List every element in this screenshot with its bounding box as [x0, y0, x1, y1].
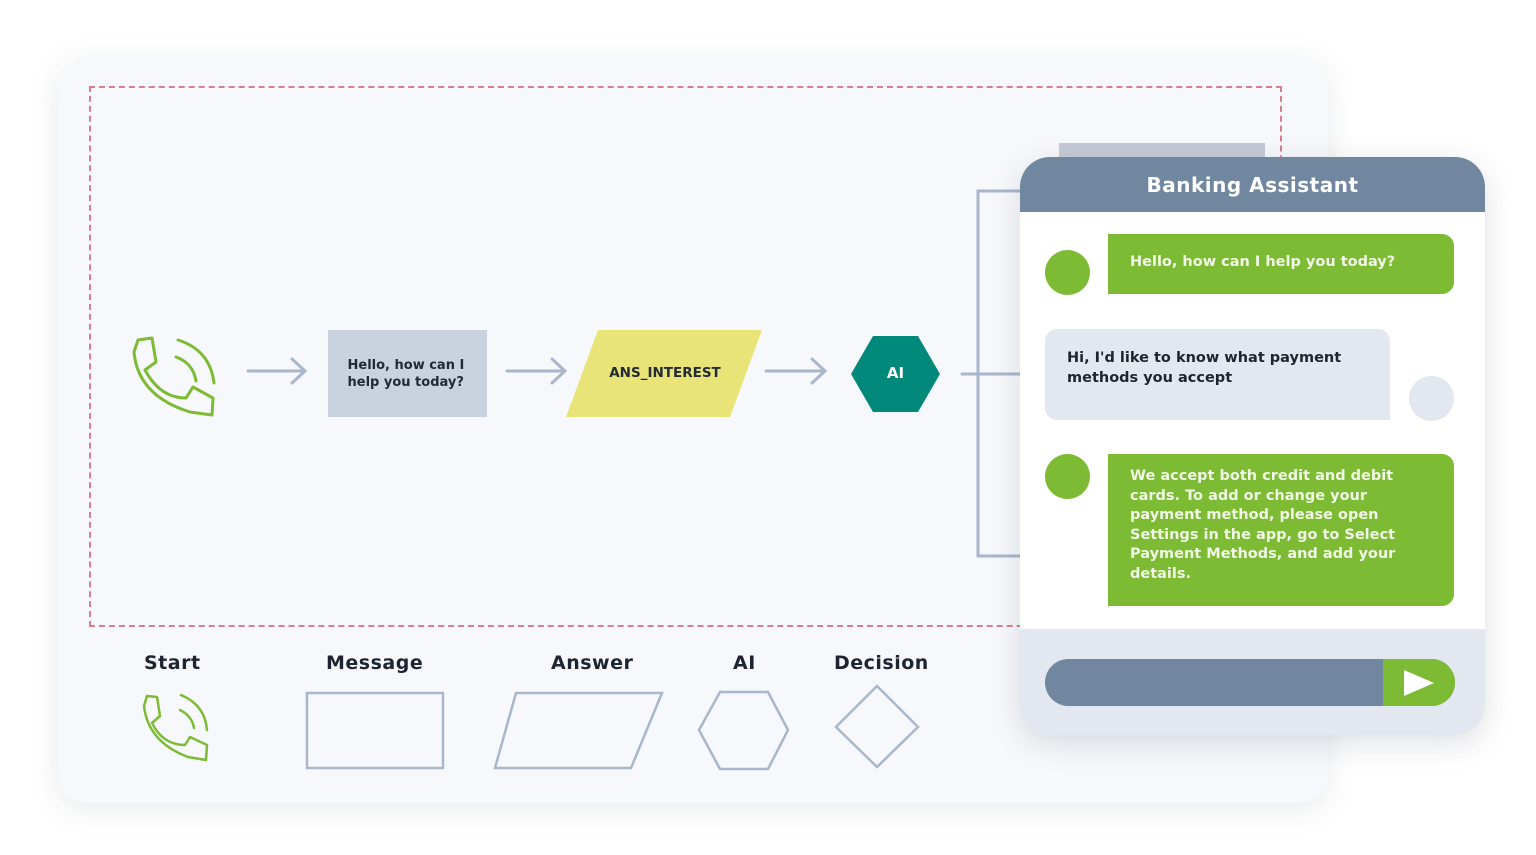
- message-node-label: Hello, how can I help you today?: [347, 357, 465, 390]
- legend-label-decision: Decision: [834, 652, 929, 674]
- arrow-start-to-message: [246, 357, 308, 385]
- legend-phone-icon: [142, 693, 209, 762]
- chat-window: Banking Assistant Hello, how can I help …: [1020, 157, 1485, 735]
- legend-rectangle-shape: [305, 691, 445, 770]
- arrow-answer-to-ai: [764, 357, 828, 385]
- legend-parallelogram-shape: [493, 691, 664, 770]
- bot-message: Hello, how can I help you today?: [1108, 234, 1454, 294]
- legend-diamond-shape: [834, 684, 920, 769]
- legend-label-start: Start: [144, 652, 201, 674]
- send-icon: [1404, 669, 1434, 696]
- send-button[interactable]: [1383, 659, 1455, 706]
- message-node[interactable]: Hello, how can I help you today?: [328, 330, 487, 417]
- branch-connector: [960, 189, 1027, 558]
- legend-label-message: Message: [326, 652, 424, 674]
- user-message: Hi, I'd like to know what payment method…: [1045, 329, 1390, 420]
- legend-label-answer: Answer: [551, 652, 634, 674]
- bot-avatar: [1045, 250, 1090, 295]
- message-input[interactable]: [1045, 659, 1455, 706]
- ai-node-label: AI: [886, 364, 905, 382]
- chat-footer: [1020, 629, 1485, 735]
- arrow-message-to-answer: [505, 357, 568, 385]
- bot-message: We accept both credit and debit cards. T…: [1108, 454, 1454, 606]
- legend-hexagon-shape: [697, 690, 790, 771]
- answer-node-label: ANS_INTEREST: [609, 365, 721, 381]
- bot-avatar: [1045, 454, 1090, 499]
- chat-header: Banking Assistant: [1020, 157, 1485, 212]
- legend-label-ai: AI: [733, 652, 756, 674]
- phone-icon[interactable]: [132, 336, 216, 417]
- user-avatar: [1409, 376, 1454, 421]
- chat-title: Banking Assistant: [1146, 172, 1359, 197]
